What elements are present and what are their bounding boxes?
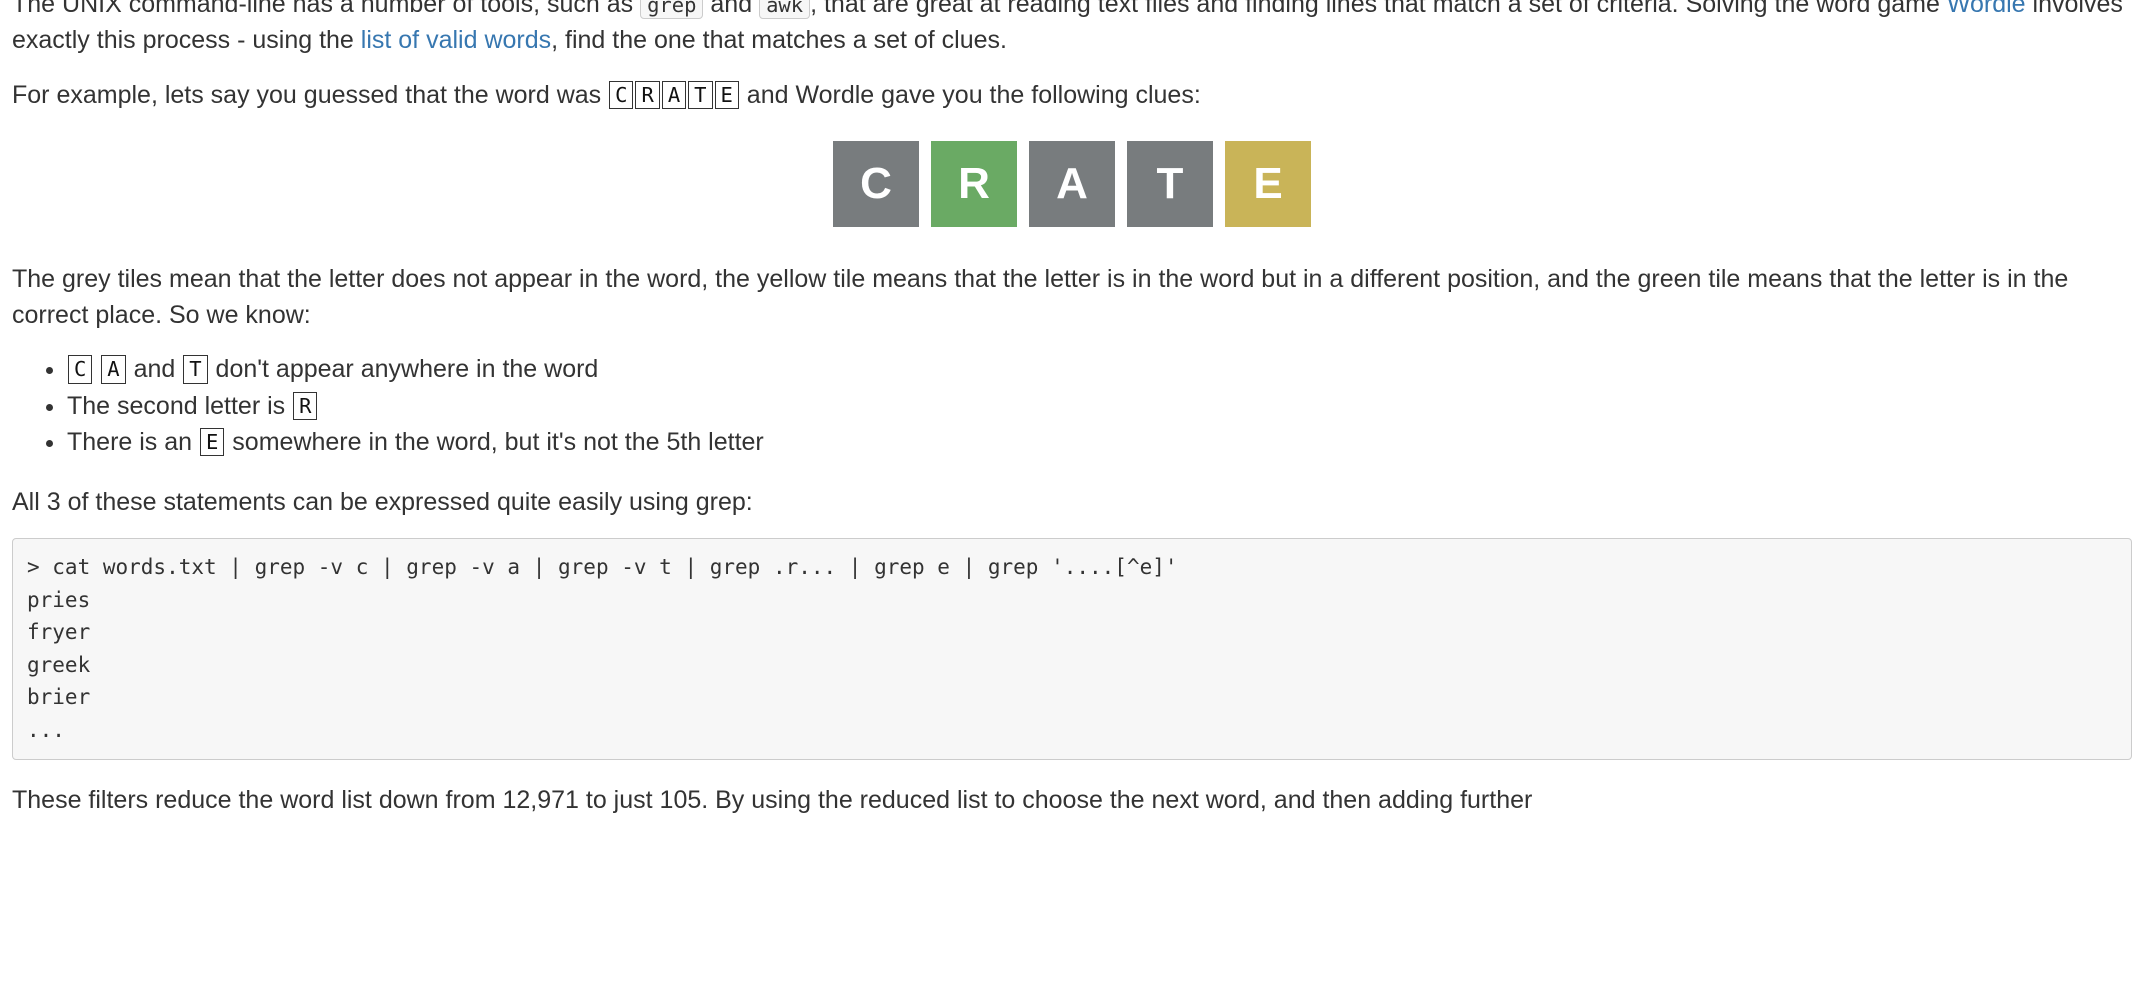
wordle-clue-row: CRATE [12, 141, 2132, 227]
paragraph-grep-intro: All 3 of these statements can be express… [12, 484, 2132, 520]
deduction-list: C A and T don't appear anywhere in the w… [12, 351, 2132, 460]
paragraph-tile-explanation: The grey tiles mean that the letter does… [12, 261, 2132, 334]
code-block-grep: > cat words.txt | grep -v c | grep -v a … [12, 538, 2132, 759]
link-valid-words[interactable]: list of valid words [361, 26, 551, 54]
kbd-letter: E [715, 81, 739, 110]
link-wordle[interactable]: Wordle [1947, 0, 2026, 18]
text: and Wordle gave you the following clues: [740, 81, 1201, 109]
text: and [703, 0, 759, 18]
kbd-letter: C [68, 355, 92, 384]
wordle-tile-correct: R [931, 141, 1017, 227]
kbd-letter: T [688, 81, 712, 110]
inline-code-grep: grep [640, 0, 703, 19]
list-item: C A and T don't appear anywhere in the w… [67, 351, 2132, 387]
kbd-letter: A [662, 81, 686, 110]
kbd-letter: R [635, 81, 659, 110]
kbd-letter: C [609, 81, 633, 110]
text: somewhere in the word, but it's not the … [225, 428, 763, 456]
wordle-tile-present: E [1225, 141, 1311, 227]
text: don't appear anywhere in the word [209, 355, 599, 383]
text: The UNIX command-line has a number of to… [12, 0, 640, 18]
kbd-letter: E [200, 428, 224, 457]
inline-code-awk: awk [759, 0, 810, 19]
kbd-letter: R [293, 392, 317, 421]
paragraph-outro: These filters reduce the word list down … [12, 782, 2132, 818]
text: For example, lets say you guessed that t… [12, 81, 608, 109]
paragraph-intro: The UNIX command-line has a number of to… [12, 0, 2132, 59]
wordle-tile-absent: A [1029, 141, 1115, 227]
kbd-letter: A [101, 355, 125, 384]
text: , find the one that matches a set of clu… [551, 26, 1007, 54]
wordle-tile-absent: C [833, 141, 919, 227]
list-item: There is an E somewhere in the word, but… [67, 424, 2132, 460]
list-item: The second letter is R [67, 388, 2132, 424]
kbd-letter: T [183, 355, 207, 384]
text: The second letter is [67, 392, 292, 420]
wordle-tile-absent: T [1127, 141, 1213, 227]
text: There is an [67, 428, 199, 456]
paragraph-example-intro: For example, lets say you guessed that t… [12, 77, 2132, 113]
text: , that are great at reading text files a… [810, 0, 1947, 18]
text: and [127, 355, 183, 383]
